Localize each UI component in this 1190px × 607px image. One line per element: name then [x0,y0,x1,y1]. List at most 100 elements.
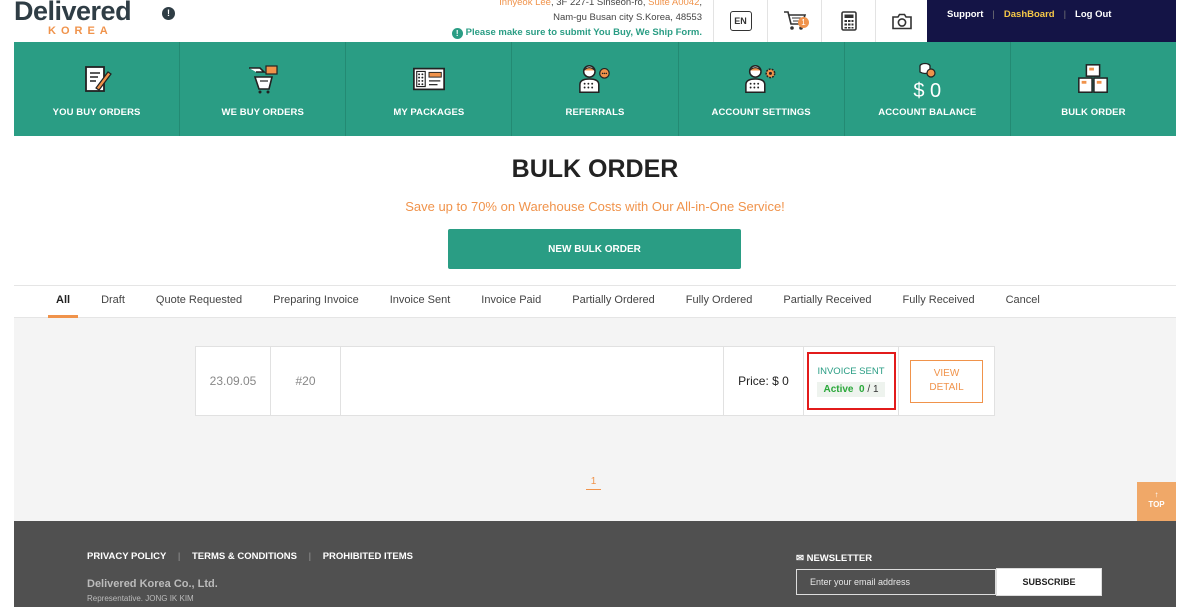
status-tabs: All Draft Quote Requested Preparing Invo… [14,285,1176,318]
calculator-icon [840,11,857,31]
nav-label: ACCOUNT BALANCE [878,107,977,118]
cart-button[interactable]: 1 [767,0,821,42]
hand-cart-icon [246,62,280,96]
order-price: Price: $ 0 [724,347,804,415]
tab-invoice-sent[interactable]: Invoice Sent [390,286,451,317]
tab-invoice-paid[interactable]: Invoice Paid [481,286,541,317]
nav-we-buy-orders[interactable]: WE BUY ORDERS [180,42,347,136]
scroll-top-button[interactable]: ↑ TOP [1137,482,1176,521]
order-actions: VIEW DETAIL [899,347,994,415]
footer-links: PRIVACY POLICY | TERMS & CONDITIONS | PR… [87,551,413,562]
tab-partially-received[interactable]: Partially Received [783,286,871,317]
order-number: #20 [271,347,341,415]
tab-partially-ordered[interactable]: Partially Ordered [572,286,655,317]
language-selector[interactable]: EN [713,0,767,42]
tab-quote-requested[interactable]: Quote Requested [156,286,242,317]
tab-preparing-invoice[interactable]: Preparing Invoice [273,286,359,317]
nav-bulk-order[interactable]: BULK ORDER [1011,42,1176,136]
order-date: 23.09.05 [196,347,271,415]
pagination-page-1[interactable]: 1 [586,476,601,490]
total-value: / 1 [867,383,879,395]
active-value: 0 [859,383,865,395]
logo-badge-icon: ! [162,7,175,20]
camera-button[interactable] [875,0,929,42]
nav-my-packages[interactable]: MY PACKAGES [346,42,513,136]
tab-draft[interactable]: Draft [101,286,125,317]
footer: PRIVACY POLICY | TERMS & CONDITIONS | PR… [14,521,1176,607]
tab-cancel[interactable]: Cancel [1006,286,1040,317]
order-form-icon [80,62,114,96]
price-label: Price: [738,374,769,388]
tab-all[interactable]: All [47,286,79,318]
topbar-separator: | [992,9,995,20]
company-name: Delivered Korea Co., Ltd. [87,578,218,590]
address-line-1: Innyeok Lee, 3F 227-1 Sinseon-ro, Suite … [452,0,702,10]
form-notice-text: Please make sure to submit You Buy, We S… [465,27,702,38]
newsletter-title: ✉ NEWSLETTER [796,553,872,564]
prohibited-items-link[interactable]: PROHIBITED ITEMS [323,551,413,562]
boxes-icon [1076,62,1110,96]
subscribe-button[interactable]: SUBSCRIBE [996,568,1102,596]
new-bulk-order-button[interactable]: NEW BULK ORDER [448,229,741,269]
cart-count-badge: 1 [798,17,809,28]
address-name: Innyeok Lee [499,0,551,8]
nav-label: YOU BUY ORDERS [52,107,141,118]
form-notice[interactable]: ! Please make sure to submit You Buy, We … [451,25,702,40]
company-representative: Representative. JONG IK KIM [87,594,194,603]
status-highlight: INVOICE SENT Active 0 / 1 [806,352,896,410]
scroll-top-label: TOP [1148,500,1165,509]
info-icon: ! [451,28,463,39]
nav-label: WE BUY ORDERS [221,107,304,118]
view-detail-button[interactable]: VIEW DETAIL [910,359,983,403]
page-subtitle: Save up to 70% on Warehouse Costs with O… [405,199,785,214]
nav-label: MY PACKAGES [393,107,465,118]
shipping-address: Innyeok Lee, 3F 227-1 Sinseon-ro, Suite … [451,0,702,40]
newsletter-email-input[interactable] [796,569,996,595]
account-topbar: Support | DashBoard | Log Out [927,0,1176,42]
address-line-2: Nam-gu Busan city S.Korea, 48553 [553,12,702,23]
address-street: , 3F 227-1 Sinseon-ro, [550,0,649,8]
page-title: BULK ORDER [511,155,679,183]
page: Delivered ! KOREA Innyeok Lee, 3F 227-1 … [0,0,1190,607]
arrow-up-icon: ↑ [1154,490,1159,499]
logo-subtext: KOREA [48,25,113,37]
main-nav: YOU BUY ORDERS WE BUY ORDERS MY PACKAGES… [14,42,1176,136]
logo[interactable]: Delivered ! KOREA [14,0,175,40]
nav-you-buy-orders[interactable]: YOU BUY ORDERS [14,42,181,136]
terms-link[interactable]: TERMS & CONDITIONS [192,551,297,562]
nav-account-balance[interactable]: $ 0 ACCOUNT BALANCE [845,42,1011,136]
order-description [341,347,724,415]
logout-link[interactable]: Log Out [1075,9,1111,20]
nav-label: ACCOUNT SETTINGS [711,107,811,118]
header-icons: EN 1 [713,0,929,42]
logo-text: Delivered [14,0,132,26]
mail-icon: ✉ [796,553,804,564]
header: Delivered ! KOREA Innyeok Lee, 3F 227-1 … [0,0,1190,42]
active-count: Active 0 / 1 [817,381,885,397]
support-link[interactable]: Support [947,9,983,20]
coins-icon [910,60,944,80]
price-value: $ 0 [772,374,789,388]
address-suite: Suite A0042 [648,0,700,8]
calculator-button[interactable] [821,0,875,42]
nav-account-settings[interactable]: ACCOUNT SETTINGS [679,42,845,136]
nav-label: REFERRALS [565,107,625,118]
privacy-policy-link[interactable]: PRIVACY POLICY [87,551,166,562]
package-icon [412,62,446,96]
account-settings-icon [744,62,778,96]
table-row: 23.09.05 #20 Price: $ 0 INVOICE SENT Act… [195,346,995,416]
camera-icon [892,13,912,29]
order-status-cell: INVOICE SENT Active 0 / 1 [804,347,899,415]
nav-label: BULK ORDER [1061,107,1126,118]
view-detail-label-1: VIEW [933,368,960,379]
view-detail-label-2: DETAIL [929,382,964,393]
tab-fully-received[interactable]: Fully Received [902,286,974,317]
tab-fully-ordered[interactable]: Fully Ordered [686,286,753,317]
dashboard-link[interactable]: DashBoard [1004,9,1055,20]
account-balance-amount: $ 0 [913,80,942,102]
orders-list: 23.09.05 #20 Price: $ 0 INVOICE SENT Act… [14,318,1176,521]
nav-referrals[interactable]: REFERRALS [512,42,679,136]
language-label: EN [729,11,752,31]
footer-separator: | [177,551,181,562]
topbar-separator: | [1063,9,1067,20]
